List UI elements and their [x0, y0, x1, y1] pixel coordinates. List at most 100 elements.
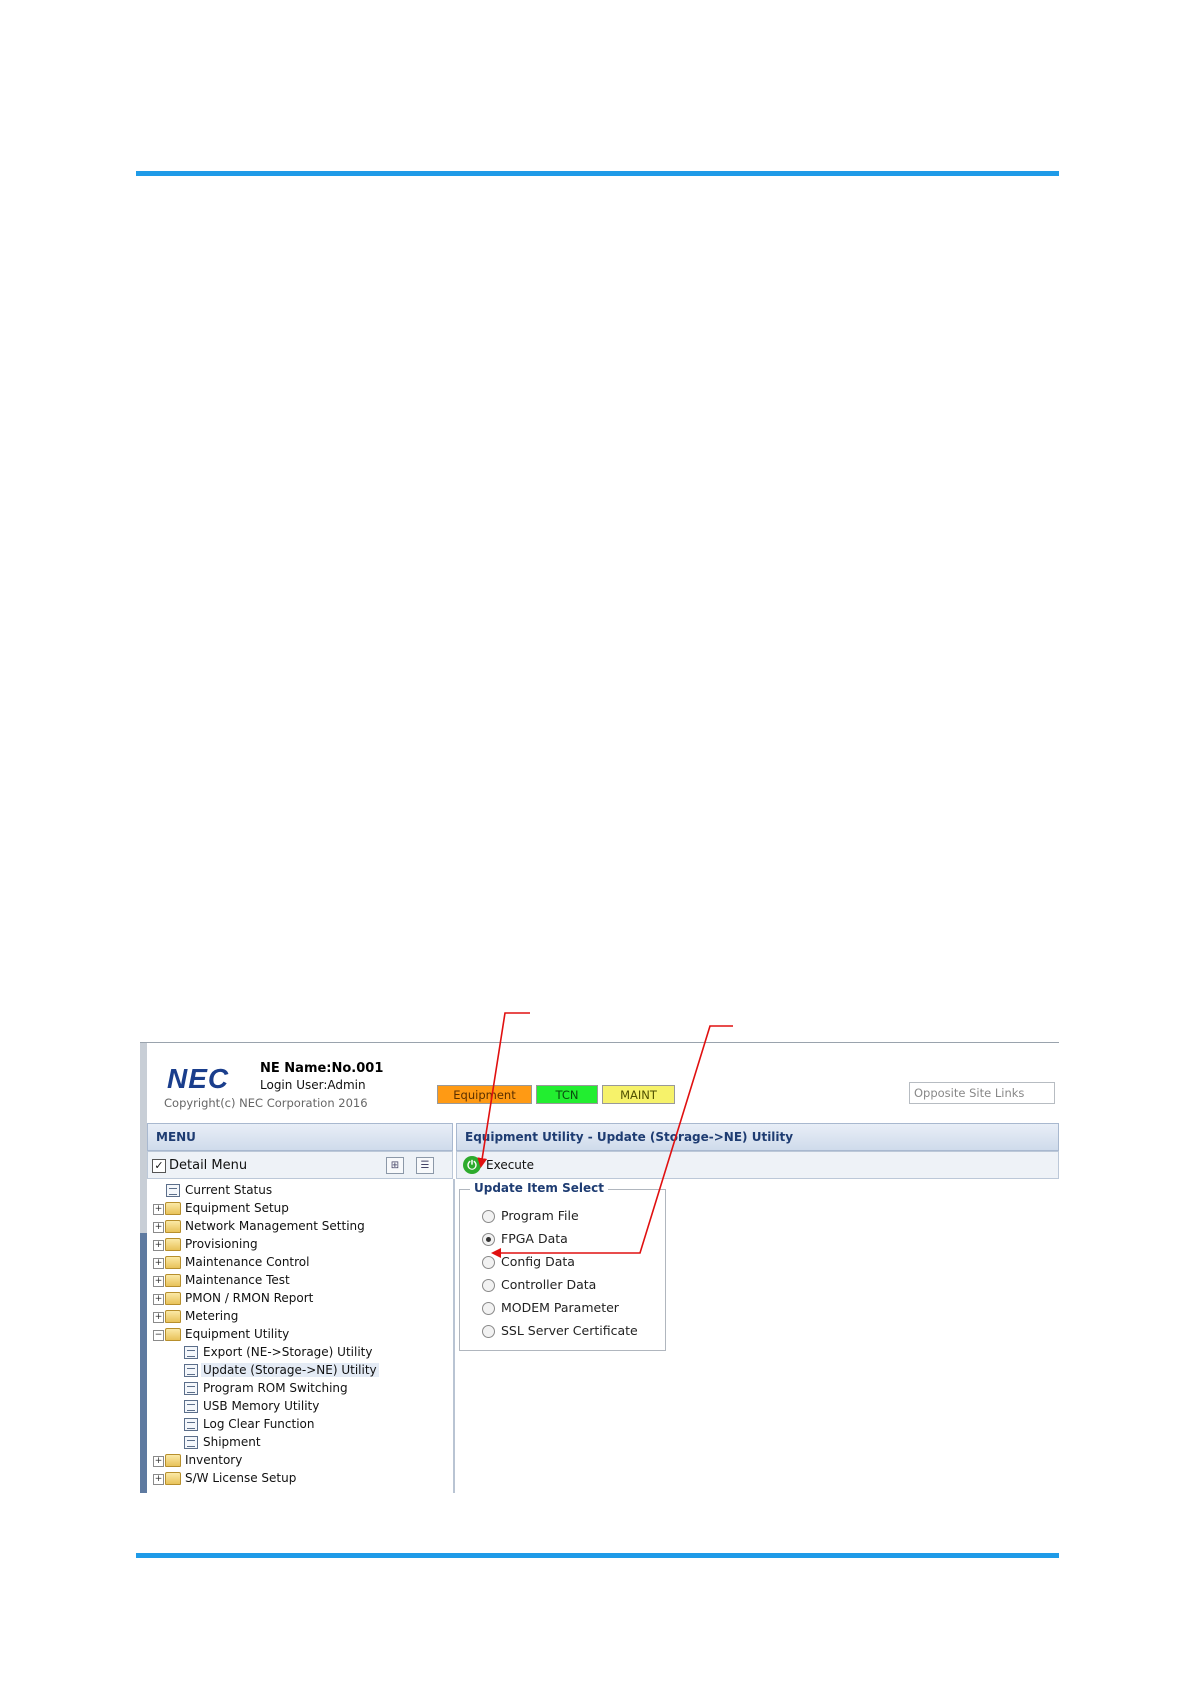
page-icon	[184, 1364, 198, 1377]
content-toolbar: ⏻ Execute	[456, 1151, 1059, 1179]
expand-all-icon[interactable]: ⊞	[386, 1157, 404, 1174]
menu-title: MENU	[156, 1130, 196, 1144]
page-icon	[166, 1184, 180, 1197]
page-icon	[184, 1400, 198, 1413]
opposite-site-links-dropdown[interactable]: Opposite Site Links	[909, 1082, 1055, 1104]
tree-item-update-storage-ne-utility[interactable]: Update (Storage->NE) Utility	[147, 1363, 447, 1380]
tree-item-label: Network Management Setting	[185, 1219, 365, 1233]
page-scrollbar-thumb[interactable]	[140, 1233, 147, 1493]
tree-item-current-status[interactable]: Current Status	[147, 1183, 447, 1200]
app-header: NEC NE Name:No.001 Login User:Admin Copy…	[147, 1043, 1059, 1123]
folder-icon	[165, 1256, 181, 1269]
tree-item-label: Maintenance Control	[185, 1255, 310, 1269]
page-title: Equipment Utility - Update (Storage->NE)…	[465, 1130, 794, 1144]
radio-button[interactable]	[482, 1302, 495, 1315]
folder-icon	[165, 1292, 181, 1305]
folder-icon	[165, 1220, 181, 1233]
radio-label[interactable]: Config Data	[501, 1254, 575, 1269]
page-icon	[184, 1436, 198, 1449]
radio-label[interactable]: MODEM Parameter	[501, 1300, 619, 1315]
tree-item-label: Inventory	[185, 1453, 243, 1467]
tree-item-maintenance-test[interactable]: + Maintenance Test	[147, 1273, 447, 1290]
tree-item-program-rom-switching[interactable]: Program ROM Switching	[147, 1381, 447, 1398]
menu-panel-header: MENU	[147, 1123, 453, 1151]
login-user-label: Login User:Admin	[260, 1078, 366, 1092]
folder-icon	[165, 1472, 181, 1485]
content-panel-header: Equipment Utility - Update (Storage->NE)…	[456, 1123, 1059, 1151]
page-icon	[184, 1418, 198, 1431]
bottom-divider-line	[136, 1553, 1059, 1558]
folder-icon	[165, 1454, 181, 1467]
radio-button[interactable]	[482, 1210, 495, 1223]
folder-icon	[165, 1238, 181, 1251]
folder-icon	[165, 1310, 181, 1323]
expand-icon[interactable]: +	[153, 1222, 164, 1233]
tree-item-label: Provisioning	[185, 1237, 258, 1251]
menu-tree: Current Status + Equipment Setup + Network M…	[147, 1179, 455, 1493]
radio-button[interactable]	[482, 1325, 495, 1338]
folder-icon	[165, 1202, 181, 1215]
tree-item-equipment-utility[interactable]: − Equipment Utility	[147, 1327, 447, 1344]
tree-item-label: Log Clear Function	[203, 1417, 315, 1431]
detail-menu-label[interactable]: Detail Menu	[169, 1158, 247, 1173]
detail-menu-checkbox[interactable]: ✓	[152, 1159, 166, 1173]
tree-item-label: Equipment Utility	[185, 1327, 290, 1341]
radio-label[interactable]: Program File	[501, 1208, 579, 1223]
expand-icon[interactable]: +	[153, 1474, 164, 1485]
expand-icon[interactable]: +	[153, 1276, 164, 1287]
tree-item-label: Current Status	[185, 1183, 273, 1197]
content-area: Update Item Select Program File FPGA Data…	[456, 1179, 1059, 1493]
radio-label[interactable]: FPGA Data	[501, 1231, 568, 1246]
tree-item-equipment-setup[interactable]: + Equipment Setup	[147, 1201, 447, 1218]
tree-item-label: S/W License Setup	[185, 1471, 297, 1485]
tree-item-label: Equipment Setup	[185, 1201, 289, 1215]
tree-item-label: Export (NE->Storage) Utility	[203, 1345, 373, 1359]
tree-item-label: Metering	[185, 1309, 239, 1323]
equipment-status-badge[interactable]: Equipment	[437, 1085, 532, 1104]
tree-item-label: Update (Storage->NE) Utility	[201, 1363, 379, 1377]
maint-status-badge[interactable]: MAINT	[602, 1085, 675, 1104]
nec-logo: NEC	[167, 1063, 230, 1094]
expand-icon[interactable]: +	[153, 1312, 164, 1323]
tcn-status-badge[interactable]: TCN	[536, 1085, 598, 1104]
radio-button[interactable]	[482, 1256, 495, 1269]
radio-label[interactable]: SSL Server Certificate	[501, 1323, 638, 1338]
radio-button[interactable]	[482, 1233, 495, 1246]
update-item-select-legend: Update Item Select	[470, 1181, 608, 1195]
tree-item-shipment[interactable]: Shipment	[147, 1435, 447, 1452]
execute-button[interactable]: Execute	[486, 1158, 534, 1172]
web-ui-screenshot: NEC NE Name:No.001 Login User:Admin Copy…	[140, 1042, 1059, 1493]
tree-item-usb-memory-utility[interactable]: USB Memory Utility	[147, 1399, 447, 1416]
expand-icon[interactable]: +	[153, 1258, 164, 1269]
tree-item-log-clear-function[interactable]: Log Clear Function	[147, 1417, 447, 1434]
collapse-icon[interactable]: −	[153, 1330, 164, 1341]
expand-icon[interactable]: +	[153, 1204, 164, 1215]
folder-icon	[165, 1328, 181, 1341]
power-icon[interactable]: ⏻	[463, 1156, 481, 1174]
tree-item-label: Program ROM Switching	[203, 1381, 348, 1395]
top-divider-line	[136, 171, 1059, 176]
tree-item-pmon-rmon-report[interactable]: + PMON / RMON Report	[147, 1291, 447, 1308]
page-scrollbar[interactable]	[140, 1043, 147, 1493]
tree-item-metering[interactable]: + Metering	[147, 1309, 447, 1326]
tree-item-s-w-license-setup[interactable]: + S/W License Setup	[147, 1471, 447, 1488]
expand-icon[interactable]: +	[153, 1456, 164, 1467]
list-view-icon[interactable]: ☰	[416, 1157, 434, 1174]
radio-button[interactable]	[482, 1279, 495, 1292]
menu-toolbar: ✓ Detail Menu ⊞ ☰	[147, 1151, 453, 1179]
tree-item-export-ne-storage-utility[interactable]: Export (NE->Storage) Utility	[147, 1345, 447, 1362]
tree-item-label: Maintenance Test	[185, 1273, 290, 1287]
tree-item-label: Shipment	[203, 1435, 261, 1449]
expand-icon[interactable]: +	[153, 1294, 164, 1305]
tree-item-provisioning[interactable]: + Provisioning	[147, 1237, 447, 1254]
tree-item-label: USB Memory Utility	[203, 1399, 320, 1413]
tree-item-maintenance-control[interactable]: + Maintenance Control	[147, 1255, 447, 1272]
update-item-select-group: Update Item Select Program File FPGA Data…	[459, 1181, 666, 1351]
tree-item-network-management-setting[interactable]: + Network Management Setting	[147, 1219, 447, 1236]
page-icon	[184, 1346, 198, 1359]
folder-icon	[165, 1274, 181, 1287]
radio-label[interactable]: Controller Data	[501, 1277, 596, 1292]
tree-item-inventory[interactable]: + Inventory	[147, 1453, 447, 1470]
tree-item-label: PMON / RMON Report	[185, 1291, 314, 1305]
expand-icon[interactable]: +	[153, 1240, 164, 1251]
